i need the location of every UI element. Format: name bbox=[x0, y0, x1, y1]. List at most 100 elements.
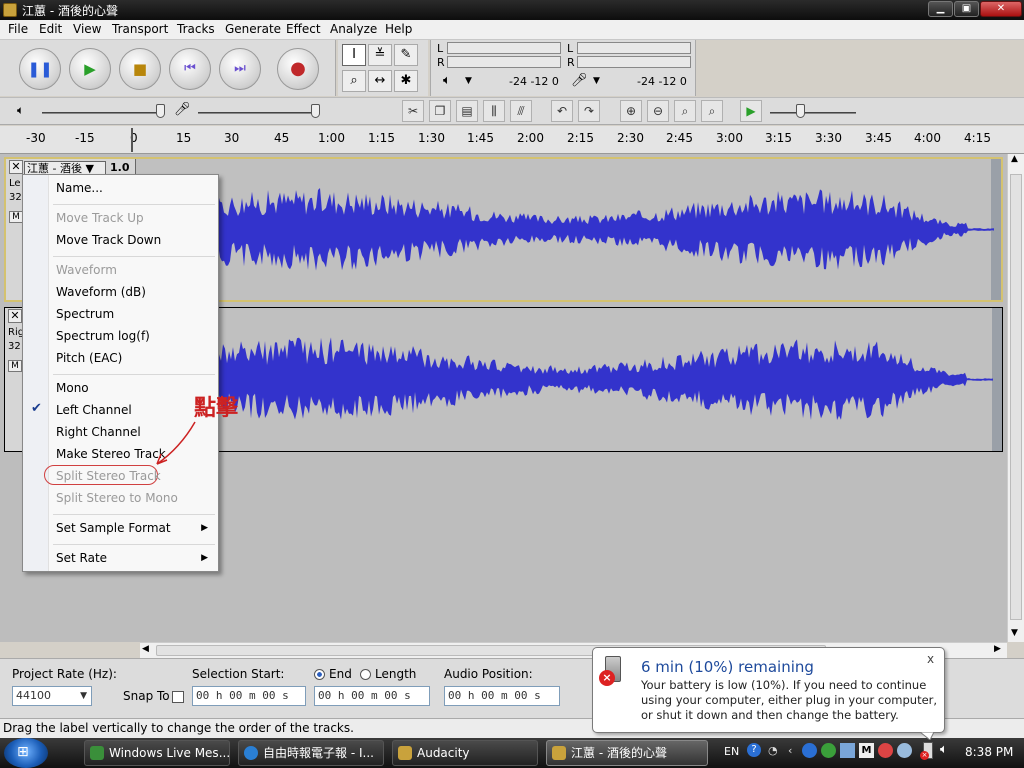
selection-end-field[interactable]: 00 h 00 m 00 s bbox=[314, 686, 430, 706]
tray-app-icon[interactable] bbox=[821, 743, 836, 758]
play-speed-slider[interactable] bbox=[770, 112, 856, 114]
menu-item-name[interactable]: Name... bbox=[56, 181, 103, 195]
rec-meter-left[interactable] bbox=[577, 42, 691, 54]
network-icon[interactable] bbox=[840, 743, 855, 758]
menu-item-pitch[interactable]: Pitch (EAC) bbox=[56, 351, 122, 365]
taskbar-item-ie[interactable]: 自由時報電子報 - I... bbox=[238, 740, 384, 766]
redo-button[interactable]: ↷ bbox=[578, 100, 600, 122]
play-at-speed-button[interactable]: ▶ bbox=[740, 100, 762, 122]
menu-file[interactable]: File bbox=[8, 22, 28, 36]
length-radio[interactable] bbox=[360, 669, 371, 680]
copy-button[interactable]: ❐ bbox=[429, 100, 451, 122]
clock[interactable]: 8:38 PM bbox=[965, 745, 1013, 759]
audio-position-field[interactable]: 00 h 00 m 00 s bbox=[444, 686, 560, 706]
pause-button[interactable]: ❚❚ bbox=[19, 48, 61, 90]
selection-tool-button[interactable]: I bbox=[342, 44, 366, 66]
tray-app-icon[interactable] bbox=[802, 743, 817, 758]
taskbar-item-messenger[interactable]: Windows Live Mes... bbox=[84, 740, 230, 766]
envelope-tool-button[interactable]: ≚ bbox=[368, 44, 392, 66]
menu-item-move-track-down[interactable]: Move Track Down bbox=[56, 233, 161, 247]
play-speed-thumb[interactable] bbox=[796, 104, 805, 118]
tray-app-icon[interactable] bbox=[897, 743, 912, 758]
play-button[interactable]: ▶ bbox=[69, 48, 111, 90]
timeline-ruler[interactable]: -30 -15 0 15 30 45 1:00 1:15 1:30 1:45 2… bbox=[0, 126, 1024, 154]
output-volume-thumb[interactable] bbox=[156, 104, 165, 118]
skip-end-button[interactable]: ⏭ bbox=[219, 48, 261, 90]
battery-notification-balloon[interactable]: × 6 min (10%) remaining x Your battery i… bbox=[592, 647, 945, 733]
waveform-right[interactable] bbox=[135, 308, 993, 451]
stop-button[interactable]: ■ bbox=[119, 48, 161, 90]
menu-view[interactable]: View bbox=[73, 22, 101, 36]
silence-button[interactable]: ⫻ bbox=[510, 100, 532, 122]
help-icon[interactable]: ? bbox=[747, 743, 761, 757]
minimize-button[interactable]: ▁ bbox=[928, 1, 953, 17]
undo-button[interactable]: ↶ bbox=[551, 100, 573, 122]
show-hidden-icons-chevron[interactable]: ‹ bbox=[788, 744, 792, 757]
start-button[interactable]: ⊞ bbox=[4, 738, 48, 768]
menu-item-set-sample-format[interactable]: Set Sample Format bbox=[56, 521, 171, 535]
window-title-bar[interactable]: 江蕙 - 酒後的心聲 ▁ ▣ ✕ bbox=[0, 0, 1024, 20]
mute-button[interactable]: M bbox=[9, 211, 23, 223]
track-close-button[interactable]: ✕ bbox=[8, 309, 22, 323]
zoom-tool-button[interactable]: ⌕ bbox=[342, 70, 366, 92]
record-button[interactable]: ● bbox=[277, 48, 319, 90]
volume-icon[interactable]: 🔈︎ bbox=[940, 742, 948, 757]
battery-icon[interactable]: × bbox=[920, 742, 933, 760]
menu-item-spectrum-log[interactable]: Spectrum log(f) bbox=[56, 329, 150, 343]
input-volume-slider[interactable] bbox=[198, 112, 316, 114]
taskbar-item-audacity[interactable]: Audacity bbox=[392, 740, 538, 766]
timeshift-tool-button[interactable]: ↔ bbox=[368, 70, 392, 92]
zoom-out-button[interactable]: ⊖ bbox=[647, 100, 669, 122]
maximize-button[interactable]: ▣ bbox=[954, 1, 979, 17]
menu-item-right-channel[interactable]: Right Channel bbox=[56, 425, 141, 439]
tray-app-icon[interactable] bbox=[878, 743, 893, 758]
menu-effect[interactable]: Effect bbox=[286, 22, 321, 36]
scroll-left-arrow[interactable]: ◀ bbox=[142, 644, 149, 654]
menu-item-spectrum[interactable]: Spectrum bbox=[56, 307, 114, 321]
rec-meter-dropdown[interactable]: ▼ bbox=[593, 76, 600, 86]
vertical-scroll-thumb[interactable] bbox=[1010, 174, 1022, 620]
fit-selection-button[interactable]: ⌕ bbox=[674, 100, 696, 122]
balloon-close-button[interactable]: x bbox=[927, 652, 934, 666]
menu-edit[interactable]: Edit bbox=[39, 22, 62, 36]
end-radio[interactable] bbox=[314, 669, 325, 680]
play-meter-dropdown[interactable]: ▼ bbox=[465, 76, 472, 86]
zoom-in-button[interactable]: ⊕ bbox=[620, 100, 642, 122]
scroll-down-arrow[interactable]: ▼ bbox=[1011, 628, 1018, 638]
menu-transport[interactable]: Transport bbox=[112, 22, 168, 36]
input-volume-thumb[interactable] bbox=[311, 104, 320, 118]
menu-item-left-channel[interactable]: Left Channel bbox=[56, 403, 132, 417]
menu-item-mono[interactable]: Mono bbox=[56, 381, 89, 395]
scroll-up-arrow[interactable]: ▲ bbox=[1011, 154, 1018, 164]
tray-icon[interactable]: ◔ bbox=[768, 744, 778, 757]
taskbar-item-project[interactable]: 江蕙 - 酒後的心聲 bbox=[546, 740, 708, 766]
skip-start-button[interactable]: ⏮ bbox=[169, 48, 211, 90]
menu-item-set-rate[interactable]: Set Rate bbox=[56, 551, 107, 565]
gmail-icon[interactable]: M bbox=[859, 743, 874, 758]
close-button[interactable]: ✕ bbox=[980, 1, 1022, 17]
cut-button[interactable]: ✂ bbox=[402, 100, 424, 122]
vertical-scrollbar[interactable]: ▲ ▼ bbox=[1007, 154, 1024, 642]
menu-item-waveform-db[interactable]: Waveform (dB) bbox=[56, 285, 146, 299]
mute-button[interactable]: M bbox=[8, 360, 22, 372]
scroll-right-arrow[interactable]: ▶ bbox=[994, 644, 1001, 654]
output-volume-slider[interactable] bbox=[42, 112, 160, 114]
paste-button[interactable]: ▤ bbox=[456, 100, 478, 122]
multi-tool-button[interactable]: ✱ bbox=[394, 70, 418, 92]
rec-meter-right[interactable] bbox=[577, 56, 691, 68]
play-meter-right[interactable] bbox=[447, 56, 561, 68]
menu-tracks[interactable]: Tracks bbox=[177, 22, 215, 36]
selection-start-field[interactable]: 00 h 00 m 00 s bbox=[192, 686, 306, 706]
menu-generate[interactable]: Generate bbox=[225, 22, 281, 36]
waveform-left[interactable] bbox=[136, 159, 994, 300]
project-rate-select[interactable]: 44100 ▼ bbox=[12, 686, 92, 706]
track-close-button[interactable]: ✕ bbox=[9, 160, 23, 174]
trim-button[interactable]: ⫼ bbox=[483, 100, 505, 122]
menu-analyze[interactable]: Analyze bbox=[330, 22, 377, 36]
playhead-marker[interactable] bbox=[131, 128, 137, 152]
snap-to-checkbox[interactable] bbox=[172, 691, 184, 703]
menu-help[interactable]: Help bbox=[385, 22, 412, 36]
language-indicator[interactable]: EN bbox=[724, 745, 739, 758]
draw-tool-button[interactable]: ✎ bbox=[394, 44, 418, 66]
play-meter-left[interactable] bbox=[447, 42, 561, 54]
